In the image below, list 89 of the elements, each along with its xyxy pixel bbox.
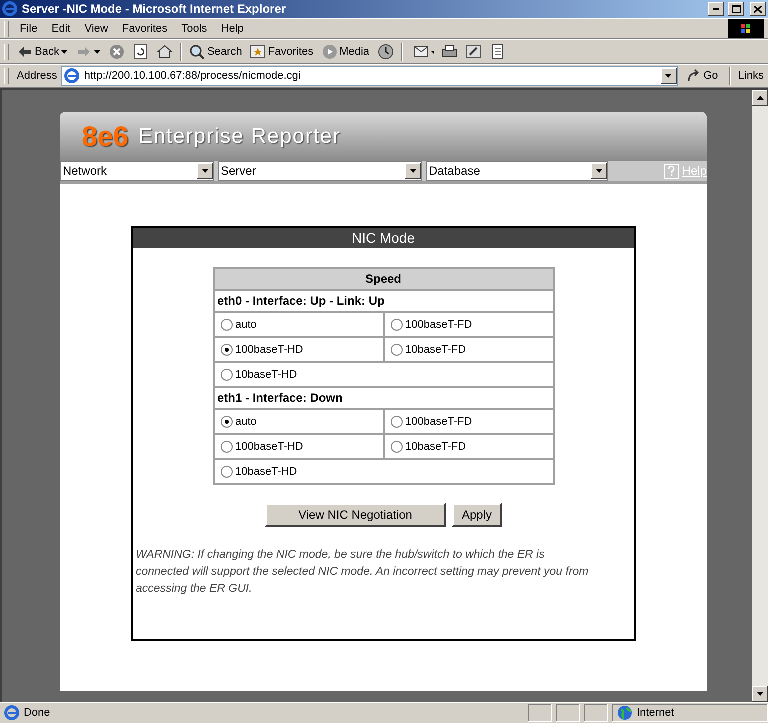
go-button[interactable]: Go [682, 65, 722, 87]
dropdown-button[interactable] [197, 163, 213, 179]
close-icon [754, 6, 762, 12]
radio-button[interactable] [390, 344, 402, 356]
radio-option[interactable]: 100baseT-FD [384, 312, 554, 337]
caret-icon [410, 169, 416, 173]
ie-logo-icon [64, 68, 80, 84]
address-label: Address [17, 70, 58, 82]
favorites-button[interactable]: Favorites [246, 40, 318, 62]
radio-option[interactable]: 10baseT-HD [214, 459, 554, 484]
edit-icon [466, 44, 482, 60]
maximize-icon [732, 5, 740, 13]
stop-icon [109, 44, 126, 60]
radio-button[interactable] [220, 466, 232, 478]
status-pane [528, 704, 552, 722]
action-button[interactable]: Apply [452, 503, 502, 527]
address-field[interactable]: http://200.10.100.67:88/process/nicmode.cgi [61, 66, 678, 86]
menu-item[interactable]: View [78, 22, 116, 34]
radio-option[interactable]: auto [214, 312, 384, 337]
radio-button[interactable] [390, 440, 402, 452]
search-button[interactable]: Search [185, 40, 246, 62]
help-icon [664, 164, 680, 178]
radio-option[interactable]: auto [214, 409, 384, 434]
zone-panel: Internet [612, 704, 768, 722]
table-header: Speed [214, 268, 554, 290]
caret-icon [596, 169, 602, 173]
caret-icon [756, 692, 764, 696]
caret-icon [665, 74, 672, 78]
minimize-button[interactable] [708, 2, 724, 16]
status-text: Done [24, 707, 52, 719]
caret-icon [202, 169, 208, 173]
radio-button[interactable] [220, 440, 232, 452]
caret-icon [61, 50, 68, 54]
dropdown-button[interactable] [405, 163, 421, 179]
go-arrow-icon [686, 68, 702, 84]
windows-logo-icon [728, 19, 764, 38]
caret-icon [94, 50, 102, 54]
home-icon [157, 44, 174, 60]
minimize-icon [713, 8, 719, 10]
globe-icon [617, 705, 633, 721]
printer-icon [442, 44, 458, 60]
ie-logo-icon [4, 705, 20, 721]
radio-option[interactable]: 100baseT-FD [384, 409, 554, 434]
radio-option[interactable]: 100baseT-HD [214, 434, 384, 459]
menu-item[interactable]: Tools [174, 22, 214, 34]
radio-button[interactable] [220, 416, 232, 428]
app-title: Enterprise Reporter [138, 124, 341, 148]
nav-dropdown[interactable]: Database [426, 161, 608, 181]
ie-logo-icon [2, 1, 18, 17]
menu-item[interactable]: File [13, 22, 45, 34]
dropdown-button[interactable] [591, 163, 607, 179]
close-button[interactable] [750, 2, 766, 16]
radio-option[interactable]: 10baseT-FD [384, 434, 554, 459]
nav-dropdown[interactable]: Server [218, 161, 422, 181]
radio-button[interactable] [390, 318, 402, 330]
radio-option[interactable]: 10baseT-FD [384, 337, 554, 362]
radio-option[interactable]: 100baseT-HD [214, 337, 384, 362]
panel-title: NIC Mode [133, 228, 634, 248]
links-button[interactable]: Links [738, 65, 764, 87]
up-arrow-icon [756, 96, 764, 100]
scroll-up-button[interactable] [752, 90, 768, 106]
dropdown-button[interactable] [660, 68, 677, 84]
warning-text: WARNING: If changing the NIC mode, be sure the hub/switch to which the ER is connected will support the selected NIC mode. An incorrect setting may prevent you from accessing the ER GUI. [136, 548, 590, 597]
action-button[interactable]: View NIC Negotiation [265, 503, 446, 527]
radio-button[interactable] [390, 416, 402, 428]
scroll-down-button[interactable] [752, 686, 768, 702]
radio-button[interactable] [220, 368, 232, 380]
status-pane [584, 704, 608, 722]
refresh-icon [133, 44, 150, 60]
window-title: Server -NIC Mode - Microsoft Internet Explorer [22, 2, 288, 16]
scrollbar[interactable] [752, 90, 768, 702]
document-icon [490, 44, 506, 60]
history-icon [378, 44, 394, 60]
nav-dropdown[interactable]: Network [60, 161, 214, 181]
back-button[interactable]: Back [13, 40, 72, 62]
search-icon [189, 44, 206, 60]
radio-button[interactable] [220, 344, 232, 356]
media-button[interactable]: Media [318, 40, 374, 62]
media-icon [322, 44, 338, 60]
menu-item[interactable]: Edit [44, 22, 78, 34]
status-pane [556, 704, 580, 722]
radio-option[interactable]: 10baseT-HD [214, 362, 554, 387]
menu-item[interactable]: Help [214, 22, 251, 34]
menu-item[interactable]: Favorites [115, 22, 175, 34]
interface-heading: eth1 - Interface: Down [214, 387, 554, 409]
radio-button[interactable] [220, 318, 232, 330]
app-logo: 8e6 [82, 120, 129, 152]
maximize-button[interactable] [728, 2, 744, 16]
interface-heading: eth0 - Interface: Up - Link: Up [214, 290, 554, 312]
